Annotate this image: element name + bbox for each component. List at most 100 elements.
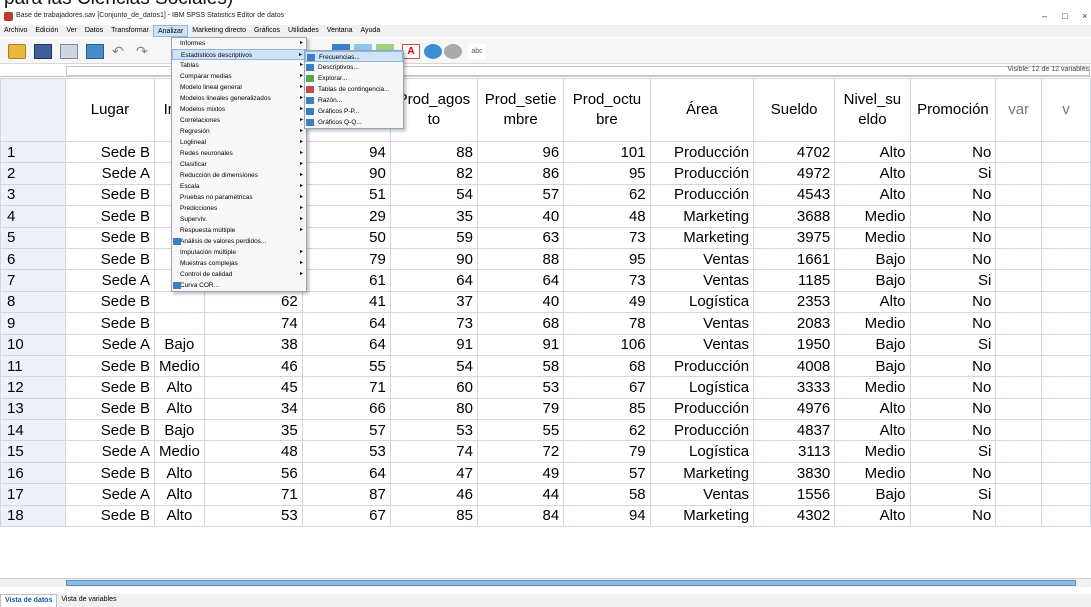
cell-promocion[interactable]: No (909, 419, 997, 442)
cell-promocion[interactable]: No (909, 226, 997, 249)
menu-item-respuesta-multiple[interactable]: Respuesta múltiple ▸ (172, 225, 306, 236)
cell-prod-agosto[interactable]: 85 (389, 504, 478, 528)
cell-col3[interactable]: 45 (203, 376, 303, 399)
cell-sueldo[interactable]: 3688 (753, 205, 836, 228)
menu-item-modelo-lineal-general[interactable]: Modelo lineal general ▸ (172, 82, 306, 93)
cell-sueldo[interactable]: 3333 (753, 376, 836, 399)
cell-var[interactable] (995, 333, 1042, 356)
cell-v[interactable] (1040, 183, 1091, 207)
cell-v[interactable] (1040, 140, 1091, 164)
cell-lugar[interactable]: Sede A (64, 162, 155, 185)
cell-sueldo[interactable]: 2353 (753, 290, 836, 314)
cell-prod-agosto[interactable]: 90 (389, 247, 478, 271)
cell-prod-setiembre[interactable]: 86 (476, 162, 565, 185)
cell-prod-setiembre[interactable]: 57 (476, 183, 565, 207)
cell-prod-agosto[interactable]: 54 (389, 183, 478, 207)
cell-prod-octubre[interactable]: 68 (563, 354, 651, 378)
cell-prod-octubre[interactable]: 58 (563, 483, 651, 506)
cell-prod-setiembre[interactable]: 96 (476, 140, 565, 164)
menu-item-imputacion-multiple[interactable]: Imputación múltiple ▸ (172, 247, 306, 258)
cell-v[interactable] (1040, 247, 1091, 271)
cell-julio[interactable]: 61 (301, 269, 391, 292)
cell-nivel-sueldo[interactable]: Alto (834, 397, 911, 421)
cell-nivel-sueldo[interactable]: Alto (834, 419, 911, 442)
menu-item-loglineal[interactable]: Loglineal ▸ (172, 137, 306, 148)
column-header-lugar[interactable]: Lugar (64, 78, 155, 142)
cell-v[interactable] (1040, 205, 1091, 228)
row-number[interactable]: 6 (0, 247, 66, 271)
cell-area[interactable]: Ventas (649, 312, 755, 335)
cell-var[interactable] (995, 397, 1042, 421)
submenu-item-razon[interactable]: Razón... (305, 95, 403, 106)
cell-var[interactable] (995, 140, 1042, 164)
cell-lugar[interactable]: Sede B (64, 504, 155, 528)
minimize-icon[interactable]: – (1042, 11, 1047, 21)
cell-v[interactable] (1040, 269, 1091, 292)
cell-prod-agosto[interactable]: 80 (389, 397, 478, 421)
cell-im[interactable]: Alto (153, 483, 205, 506)
menu-item-curva-cor[interactable]: Curva COR... (172, 280, 306, 291)
cell-promocion[interactable]: Si (909, 162, 997, 185)
cell-im[interactable]: Alto (153, 461, 205, 485)
cell-prod-agosto[interactable]: 82 (389, 162, 478, 185)
menu-item-predicciones[interactable]: Predicciones ▸ (172, 203, 306, 214)
cell-promocion[interactable]: No (909, 312, 997, 335)
row-number[interactable]: 4 (0, 205, 66, 228)
cell-var[interactable] (995, 226, 1042, 249)
cell-var[interactable] (995, 354, 1042, 378)
menu-item-clasificar[interactable]: Clasificar ▸ (172, 159, 306, 170)
cell-julio[interactable]: 57 (301, 419, 391, 442)
cell-prod-octubre[interactable]: 49 (563, 290, 651, 314)
cell-sueldo[interactable]: 4008 (753, 354, 836, 378)
cell-nivel-sueldo[interactable]: Medio (834, 440, 911, 463)
cell-sueldo[interactable]: 4972 (753, 162, 836, 185)
cell-var[interactable] (995, 504, 1042, 528)
cell-im[interactable]: Alto (153, 376, 205, 399)
cell-sueldo[interactable]: 1950 (753, 333, 836, 356)
cell-promocion[interactable]: No (909, 397, 997, 421)
submenu-item-frecuencias[interactable]: Frecuencias... (305, 51, 403, 62)
cell-nivel-sueldo[interactable]: Bajo (834, 247, 911, 271)
submenu-item-explorar[interactable]: Explorar... (305, 73, 403, 84)
menu-item-pruebas-no-parametricas[interactable]: Pruebas no paramétricas ▸ (172, 192, 306, 203)
cell-area[interactable]: Marketing (649, 461, 755, 485)
row-number[interactable]: 16 (0, 461, 66, 485)
cell-v[interactable] (1040, 162, 1091, 185)
cell-nivel-sueldo[interactable]: Alto (834, 140, 911, 164)
cell-var[interactable] (995, 290, 1042, 314)
cell-promocion[interactable]: Si (909, 269, 997, 292)
cell-var[interactable] (995, 247, 1042, 271)
cell-prod-agosto[interactable]: 53 (389, 419, 478, 442)
cell-prod-setiembre[interactable]: 63 (476, 226, 565, 249)
row-number[interactable]: 18 (0, 504, 66, 528)
menu-item-reduccion-de-dimensiones[interactable]: Reducción de dimensiones ▸ (172, 170, 306, 181)
cell-julio[interactable]: 55 (301, 354, 391, 378)
cell-julio[interactable]: 51 (301, 183, 391, 207)
cell-lugar[interactable]: Sede A (64, 333, 155, 356)
cell-prod-agosto[interactable]: 54 (389, 354, 478, 378)
cell-area[interactable]: Producción (649, 140, 755, 164)
cell-prod-octubre[interactable]: 106 (563, 333, 651, 356)
redo-icon[interactable]: ↷ (136, 44, 154, 59)
menu-utilidades[interactable]: Utilidades (284, 25, 323, 37)
cell-sueldo[interactable]: 3113 (753, 440, 836, 463)
cell-julio[interactable]: 79 (301, 247, 391, 271)
cell-prod-setiembre[interactable]: 64 (476, 269, 565, 292)
menu-item-modelos-lineales-generalizados[interactable]: Modelos lineales generalizados ▸ (172, 93, 306, 104)
menu-item-redes-neuronales[interactable]: Redes neuronales ▸ (172, 148, 306, 159)
row-number[interactable]: 13 (0, 397, 66, 421)
cell-sueldo[interactable]: 4302 (753, 504, 836, 528)
cell-im[interactable]: Bajo (153, 333, 205, 356)
cell-var[interactable] (995, 440, 1042, 463)
cell-lugar[interactable]: Sede B (64, 183, 155, 207)
menu-ventana[interactable]: Ventana (323, 25, 357, 37)
cell-im[interactable]: Alto (153, 397, 205, 421)
row-number[interactable]: 17 (0, 483, 66, 506)
scrollbar-thumb[interactable] (66, 580, 1076, 586)
cell-prod-octubre[interactable]: 62 (563, 419, 651, 442)
cell-area[interactable]: Marketing (649, 205, 755, 228)
cell-prod-agosto[interactable]: 91 (389, 333, 478, 356)
submenu-item-tablas-de-contingencia[interactable]: Tablas de contingencia... (305, 84, 403, 95)
cell-prod-setiembre[interactable]: 91 (476, 333, 565, 356)
tab-vista-de-datos[interactable]: Vista de datos (0, 594, 58, 607)
